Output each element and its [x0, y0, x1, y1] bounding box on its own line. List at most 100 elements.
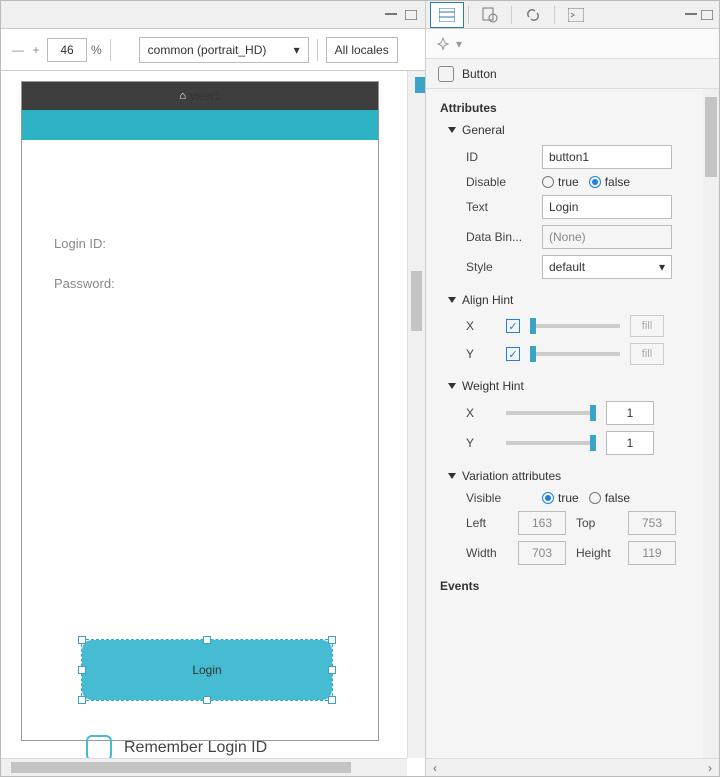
align-x-slider[interactable] [530, 324, 620, 328]
collapse-handle[interactable] [415, 77, 425, 93]
properties-body: Attributes General ID Disable true false [426, 89, 719, 758]
group-weighthint: Weight Hint X Y [448, 379, 705, 455]
caret-down-icon [448, 473, 456, 479]
group-alignhint: Align Hint X fill Y fill [448, 293, 705, 365]
properties-vertical-scrollbar[interactable] [703, 89, 719, 758]
group-alignhint-toggle[interactable]: Align Hint [448, 293, 705, 307]
group-variation-toggle[interactable]: Variation attributes [448, 469, 705, 483]
visible-label: Visible [466, 491, 532, 505]
resize-handle-mr[interactable] [328, 666, 336, 674]
align-y-label: Y [466, 347, 496, 361]
chevron-down-icon[interactable]: ▾ [456, 37, 462, 51]
weight-x-slider[interactable] [506, 411, 596, 415]
width-input[interactable] [518, 541, 566, 565]
home-icon: ⌂ [179, 90, 186, 102]
resize-handle-tr[interactable] [328, 636, 336, 644]
weight-y-label: Y [466, 436, 496, 450]
radio-label: false [605, 175, 630, 189]
align-x-label: X [466, 319, 496, 333]
style-label: Style [466, 260, 532, 274]
remember-label: Remember Login ID [124, 739, 267, 757]
design-toolbar: — + % common (portrait_HD) ▾ All locales [1, 29, 425, 71]
text-input[interactable] [542, 195, 672, 219]
properties-subtoolbar: ▾ [426, 29, 719, 59]
id-label: ID [466, 150, 532, 164]
zoom-in-button[interactable]: + [29, 43, 43, 57]
design-canvas[interactable]: ⌂ view1 Login ID: Password: Login [1, 71, 425, 776]
button-type-icon [438, 66, 454, 82]
scroll-left-icon[interactable]: ‹ [426, 759, 444, 776]
properties-tabbar [426, 1, 719, 29]
align-y-checkbox[interactable] [506, 347, 520, 361]
tab-link[interactable] [516, 2, 550, 28]
layout-select-value: common (portrait_HD) [148, 43, 267, 57]
weight-y-input[interactable] [606, 431, 654, 455]
chevron-down-icon: ▾ [294, 43, 300, 57]
device-body[interactable]: Login ID: Password: Login [22, 140, 378, 740]
radio-label: true [558, 175, 579, 189]
resize-handle-tl[interactable] [78, 636, 86, 644]
align-x-checkbox[interactable] [506, 319, 520, 333]
chevron-down-icon: ▾ [659, 260, 665, 274]
caret-down-icon [448, 383, 456, 389]
weight-y-slider[interactable] [506, 441, 596, 445]
scroll-right-icon[interactable]: › [701, 759, 719, 776]
radio-label: false [605, 491, 630, 505]
tab-search[interactable] [473, 2, 507, 28]
maximize-icon[interactable] [403, 8, 419, 22]
canvas-horizontal-scrollbar[interactable] [1, 758, 407, 776]
width-label: Width [466, 546, 510, 560]
design-editor-pane: — + % common (portrait_HD) ▾ All locales… [1, 1, 426, 776]
group-weighthint-toggle[interactable]: Weight Hint [448, 379, 705, 393]
login-button[interactable]: Login [82, 640, 332, 700]
login-button-label: Login [192, 663, 221, 677]
databinding-input[interactable] [542, 225, 672, 249]
minimize-icon[interactable] [383, 8, 399, 22]
resize-handle-tm[interactable] [203, 636, 211, 644]
text-label: Text [466, 200, 532, 214]
selection-breadcrumb: Button [426, 59, 719, 89]
left-input[interactable] [518, 511, 566, 535]
group-general-toggle[interactable]: General [448, 123, 705, 137]
tab-console[interactable] [559, 2, 593, 28]
tab-attributes[interactable] [430, 2, 464, 28]
databinding-label: Data Bin... [466, 230, 532, 244]
group-alignhint-title: Align Hint [462, 293, 513, 307]
resize-handle-ml[interactable] [78, 666, 86, 674]
align-y-slider[interactable] [530, 352, 620, 356]
resize-handle-bm[interactable] [203, 696, 211, 704]
height-input[interactable] [628, 541, 676, 565]
properties-horizontal-scrollbar[interactable]: ‹ › [426, 758, 719, 776]
style-select[interactable]: default ▾ [542, 255, 672, 279]
group-general-title: General [462, 123, 505, 137]
maximize-icon[interactable] [699, 8, 715, 22]
resize-handle-br[interactable] [328, 696, 336, 704]
visible-false-radio[interactable]: false [589, 491, 630, 505]
weight-x-label: X [466, 406, 496, 420]
align-y-fill-button[interactable]: fill [630, 343, 664, 365]
device-frame: ⌂ view1 Login ID: Password: Login [21, 81, 379, 741]
minimize-icon[interactable] [683, 8, 699, 22]
left-label: Left [466, 516, 510, 530]
top-input[interactable] [628, 511, 676, 535]
locale-button[interactable]: All locales [326, 37, 398, 63]
selected-element[interactable]: Login [82, 640, 332, 700]
canvas-vertical-scrollbar[interactable] [407, 71, 425, 758]
zoom-out-button[interactable]: — [11, 43, 25, 57]
group-general: General ID Disable true false Text Data … [448, 123, 705, 279]
pin-icon[interactable] [436, 37, 450, 51]
zoom-input[interactable] [47, 38, 87, 62]
id-input[interactable] [542, 145, 672, 169]
login-id-label: Login ID: [54, 236, 106, 251]
properties-pane: ▾ Button Attributes General ID Disable [426, 1, 719, 776]
layout-select[interactable]: common (portrait_HD) ▾ [139, 37, 309, 63]
disable-false-radio[interactable]: false [589, 175, 630, 189]
align-x-fill-button[interactable]: fill [630, 315, 664, 337]
resize-handle-bl[interactable] [78, 696, 86, 704]
caret-down-icon [448, 127, 456, 133]
visible-true-radio[interactable]: true [542, 491, 579, 505]
weight-x-input[interactable] [606, 401, 654, 425]
disable-true-radio[interactable]: true [542, 175, 579, 189]
caret-down-icon [448, 297, 456, 303]
zoom-unit-label: % [91, 43, 102, 57]
